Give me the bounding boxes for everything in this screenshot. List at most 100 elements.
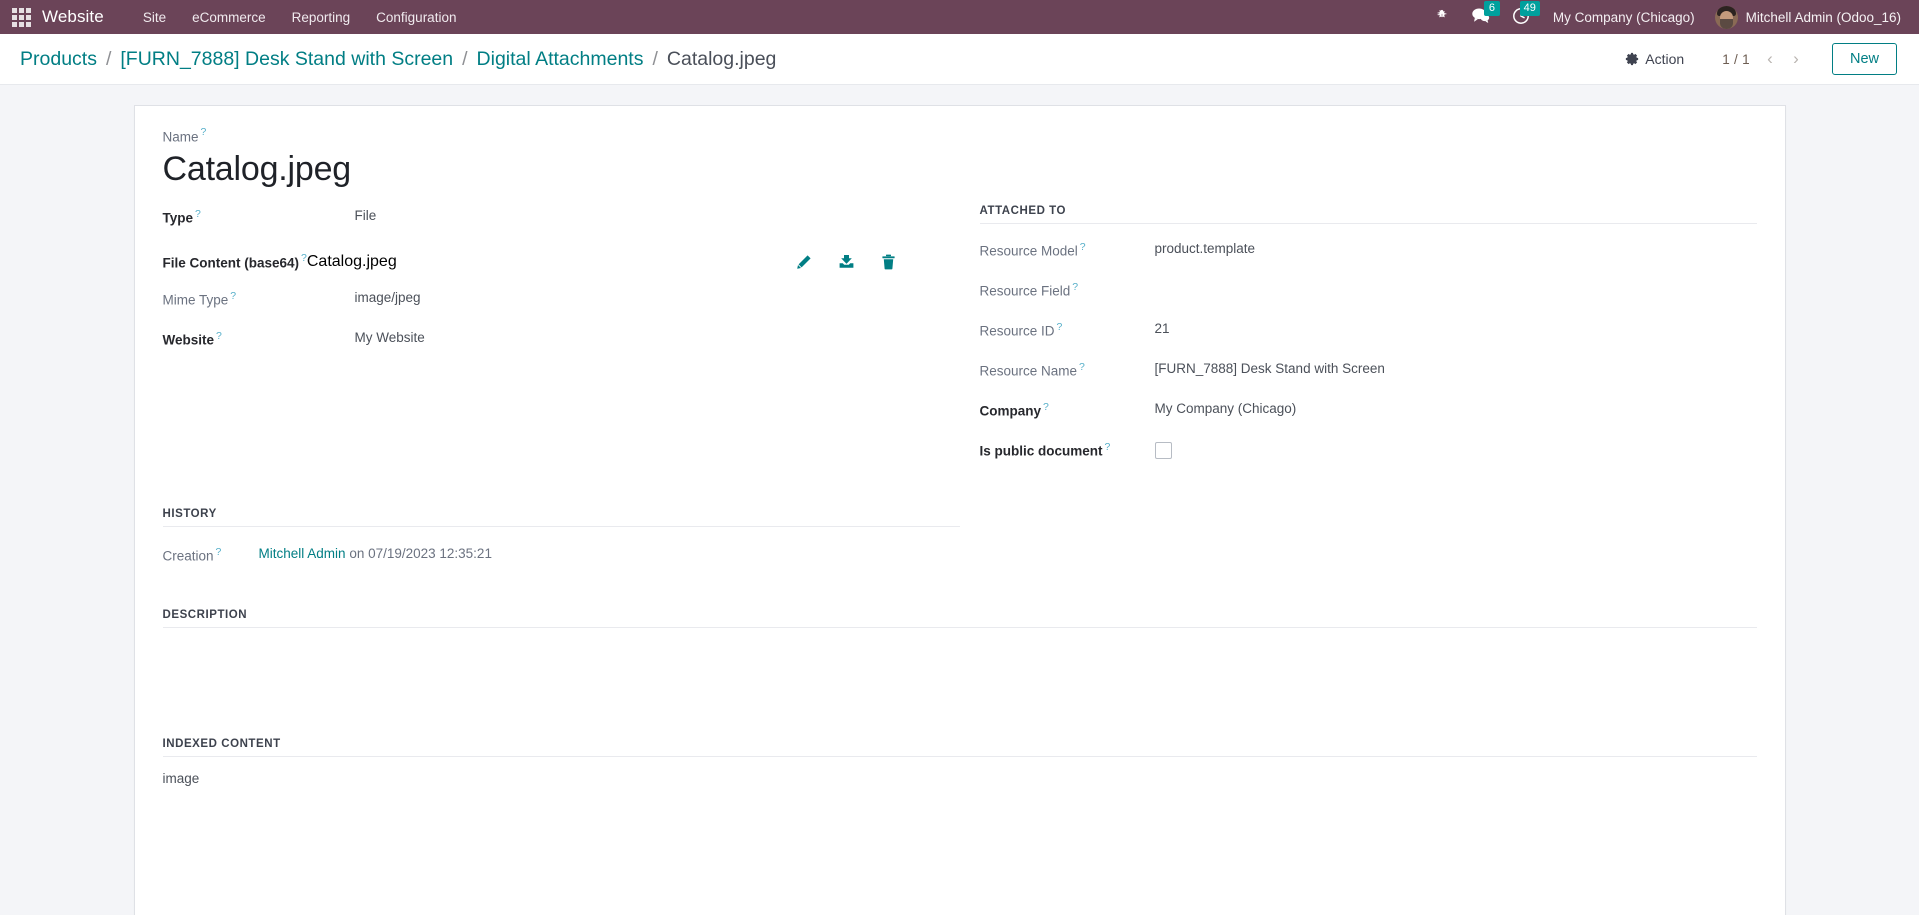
- description-title: Description: [162, 609, 248, 622]
- action-menu-label: Action: [1645, 51, 1685, 67]
- name-field-label: Name?: [163, 126, 1757, 146]
- delete-icon[interactable]: [881, 254, 896, 270]
- breadcrumb-item-products[interactable]: Products: [20, 48, 97, 71]
- menu-item-reporting[interactable]: Reporting: [279, 4, 364, 31]
- activity-counter-badge: 49: [1519, 0, 1540, 16]
- field-row-mime-type: Mime Type? image/jpeg: [163, 283, 940, 323]
- mime-type-label: Mime Type?: [162, 289, 237, 308]
- field-row-is-public-document: Is public document?: [980, 434, 1757, 474]
- resource-model-value: product.template: [1154, 240, 1256, 256]
- resource-id-label: Resource ID?: [979, 320, 1063, 339]
- history-body: Creation? Mitchell Admin on 07/19/2023 1…: [163, 527, 1757, 567]
- help-tooltip-icon[interactable]: ?: [1105, 441, 1111, 453]
- help-tooltip-icon[interactable]: ?: [201, 126, 207, 138]
- top-navbar: Website Site eCommerce Reporting Configu…: [0, 0, 1919, 34]
- file-action-buttons: [796, 254, 940, 270]
- menu-item-ecommerce[interactable]: eCommerce: [179, 4, 279, 31]
- breadcrumb-separator: /: [462, 47, 468, 70]
- field-row-type: Type? File: [163, 201, 940, 241]
- action-menu-button[interactable]: Action: [1615, 45, 1694, 73]
- resource-name-label: Resource Name?: [979, 360, 1085, 379]
- help-tooltip-icon[interactable]: ?: [195, 208, 201, 220]
- description-value[interactable]: [163, 628, 1757, 716]
- help-tooltip-icon[interactable]: ?: [1080, 241, 1086, 253]
- navbar-systray: 6 49 My Company (Chicago) Mitchell Admin…: [1424, 0, 1919, 33]
- new-button[interactable]: New: [1831, 43, 1897, 75]
- control-panel: Products / [FURN_7888] Desk Stand with S…: [0, 34, 1919, 85]
- help-tooltip-icon[interactable]: ?: [1079, 361, 1085, 373]
- breadcrumb-item-digital-attachments[interactable]: Digital Attachments: [477, 48, 644, 71]
- debug-menu-button[interactable]: [1424, 5, 1460, 30]
- left-column: Type? File File Content (base64)? Catalo…: [163, 201, 940, 474]
- breadcrumb-item-current: Catalog.jpeg: [666, 47, 777, 70]
- field-row-creation: Creation? Mitchell Admin on 07/19/2023 1…: [163, 543, 1757, 567]
- field-row-resource-name: Resource Name? [FURN_7888] Desk Stand wi…: [980, 354, 1757, 394]
- type-label: Type?: [162, 207, 201, 226]
- app-brand-website[interactable]: Website: [42, 7, 104, 27]
- mime-type-value: image/jpeg: [354, 289, 421, 305]
- field-row-website: Website? My Website: [163, 323, 940, 363]
- company-label: Company?: [979, 400, 1049, 419]
- menu-item-site[interactable]: Site: [130, 4, 179, 31]
- edit-icon[interactable]: [796, 254, 812, 270]
- page-title[interactable]: Catalog.jpeg: [163, 148, 1757, 191]
- indexed-content-value[interactable]: image: [163, 757, 1757, 786]
- breadcrumb-item-product[interactable]: [FURN_7888] Desk Stand with Screen: [120, 48, 453, 71]
- resource-id-value: 21: [1154, 320, 1170, 336]
- messaging-counter-badge: 6: [1483, 1, 1500, 16]
- breadcrumb-separator: /: [652, 47, 658, 70]
- field-row-resource-model: Resource Model? product.template: [980, 234, 1757, 274]
- gear-icon: [1625, 52, 1639, 66]
- help-tooltip-icon[interactable]: ?: [1072, 281, 1078, 293]
- creation-timestamp: on 07/19/2023 12:35:21: [349, 545, 492, 561]
- chevron-left-icon[interactable]: ‹: [1758, 46, 1782, 72]
- help-tooltip-icon[interactable]: ?: [230, 290, 236, 302]
- file-content-value: Catalog.jpeg: [306, 252, 397, 270]
- form-sheet: Name? Catalog.jpeg Type? File File Conte…: [133, 105, 1786, 915]
- resource-field-value: [1155, 278, 1757, 279]
- attached-to-title: Attached To: [979, 204, 1067, 217]
- indexed-content-section: Indexed Content image: [162, 738, 1757, 786]
- type-value[interactable]: File: [355, 205, 940, 227]
- pager-counter: 1 / 1: [1722, 51, 1750, 67]
- messaging-menu-button[interactable]: 6: [1460, 1, 1501, 31]
- attached-to-section: Attached To: [979, 204, 1757, 224]
- apps-grid-icon[interactable]: [10, 6, 32, 28]
- creation-label: Creation?: [162, 545, 222, 564]
- breadcrumb-separator: /: [105, 47, 112, 70]
- website-value[interactable]: My Website: [355, 327, 940, 349]
- company-switcher[interactable]: My Company (Chicago): [1541, 4, 1707, 31]
- activity-menu-button[interactable]: 49: [1501, 0, 1541, 32]
- name-label-text: Name: [162, 129, 199, 145]
- user-menu-label: Mitchell Admin (Odoo_16): [1745, 9, 1901, 25]
- is-public-document-checkbox[interactable]: [1154, 441, 1172, 459]
- company-value[interactable]: My Company (Chicago): [1155, 398, 1757, 420]
- description-section: Description: [162, 609, 1757, 716]
- download-icon[interactable]: [838, 254, 855, 270]
- history-title: History: [162, 507, 217, 520]
- control-panel-actions: Action 1 / 1 ‹ › New: [1615, 43, 1897, 75]
- right-column: Attached To Resource Model? product.temp…: [979, 201, 1757, 474]
- field-row-resource-id: Resource ID? 21: [980, 314, 1757, 354]
- help-tooltip-icon[interactable]: ?: [1043, 401, 1049, 413]
- avatar: [1714, 5, 1738, 29]
- main-field-group: Type? File File Content (base64)? Catalo…: [163, 201, 1757, 474]
- user-menu-button[interactable]: Mitchell Admin (Odoo_16): [1707, 2, 1907, 33]
- help-tooltip-icon[interactable]: ?: [1057, 321, 1063, 333]
- pager: 1 / 1 ‹ ›: [1716, 46, 1808, 72]
- field-row-company: Company? My Company (Chicago): [980, 394, 1757, 434]
- help-tooltip-icon[interactable]: ?: [216, 330, 222, 342]
- field-row-file-content: File Content (base64)? Catalog.jpeg: [163, 241, 940, 283]
- field-row-resource-field: Resource Field?: [980, 274, 1757, 314]
- help-tooltip-icon[interactable]: ?: [216, 546, 222, 558]
- chevron-right-icon[interactable]: ›: [1784, 46, 1808, 72]
- history-section: History Creation? Mitchell Admin on 07/1…: [162, 507, 1757, 567]
- bug-icon: [1435, 9, 1449, 26]
- form-view: Name? Catalog.jpeg Type? File File Conte…: [0, 85, 1919, 915]
- main-menu: Site eCommerce Reporting Configuration: [130, 4, 470, 31]
- resource-model-label: Resource Model?: [979, 240, 1086, 259]
- file-content-label: File Content (base64)?: [162, 251, 307, 270]
- creation-user-link[interactable]: Mitchell Admin: [259, 546, 346, 561]
- indexed-content-title: Indexed Content: [162, 738, 281, 751]
- menu-item-configuration[interactable]: Configuration: [363, 4, 469, 31]
